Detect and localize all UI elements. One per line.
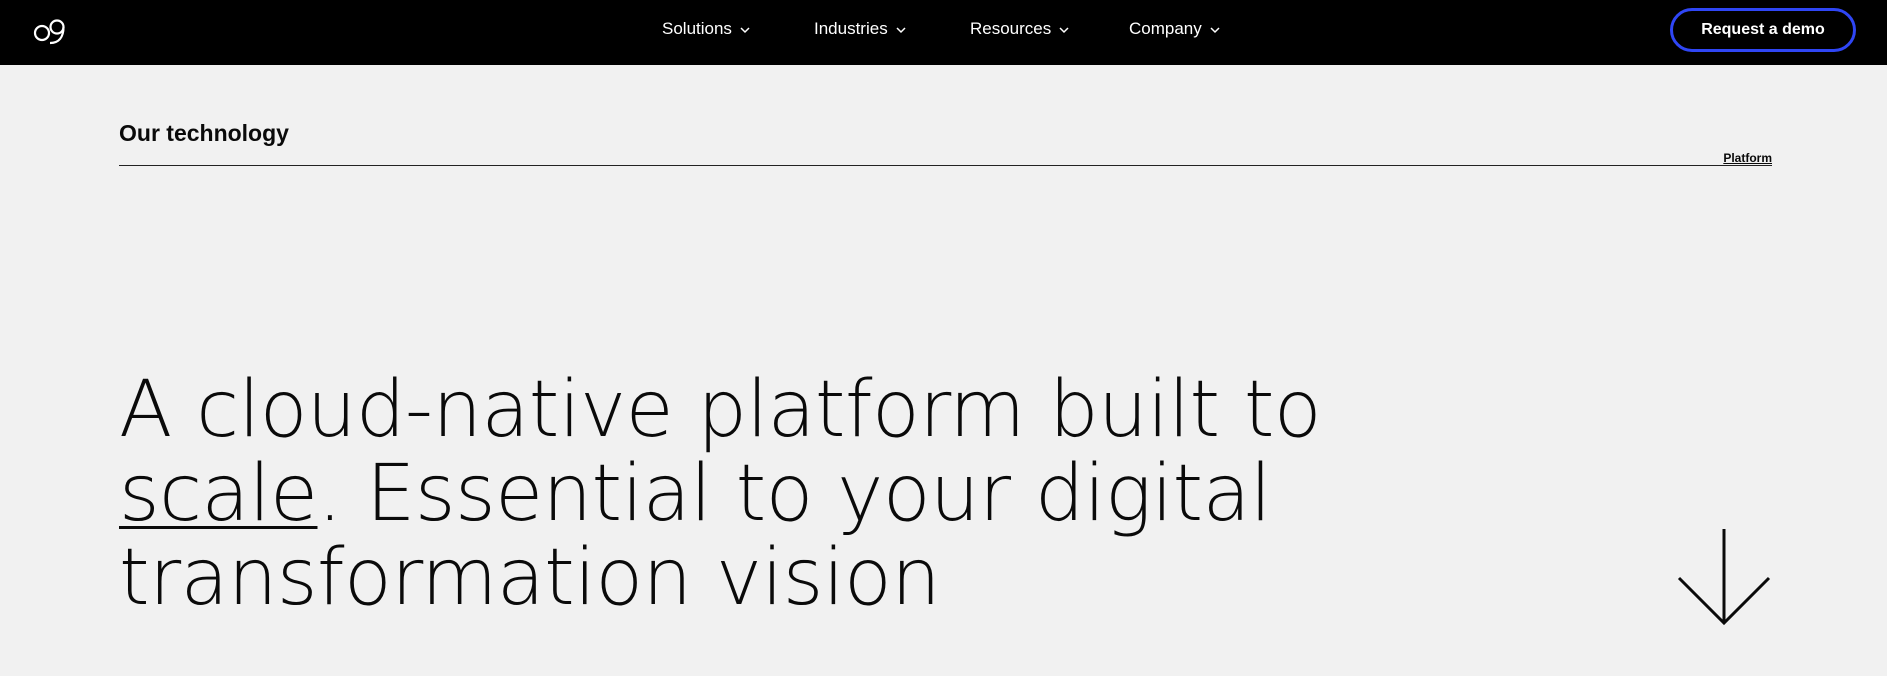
hero-line-1: A cloud-native platform built to [119,365,1322,455]
hero-scale-link[interactable]: scale [119,449,318,539]
nav-resources-label: Resources [970,19,1052,38]
chevron-down-icon [896,27,906,34]
top-navigation: Solutions Industries Resources Company R… [0,0,1887,65]
nav-resources[interactable]: Resources [970,19,1069,39]
section-title: Our technology [119,120,289,146]
nav-solutions-label: Solutions [662,19,732,38]
chevron-down-icon [740,27,750,34]
chevron-down-icon [1210,27,1220,34]
nav-solutions[interactable]: Solutions [662,19,750,39]
request-demo-button[interactable]: Request a demo [1670,8,1856,52]
chevron-down-icon [1059,27,1069,34]
hero-line-2: . Essential to your digital [317,449,1272,539]
nav-company-label: Company [1129,19,1202,38]
nav-industries-label: Industries [814,19,888,38]
platform-link[interactable]: Platform [1723,151,1772,165]
arrow-down-icon[interactable] [1676,527,1772,627]
nav-industries[interactable]: Industries [814,19,906,39]
hero-headline: A cloud-native platform built to scale. E… [119,368,1419,620]
o9-logo[interactable] [32,17,68,45]
section-divider [119,165,1772,166]
nav-company[interactable]: Company [1129,19,1220,39]
hero-line-3: transformation vision [119,533,941,623]
